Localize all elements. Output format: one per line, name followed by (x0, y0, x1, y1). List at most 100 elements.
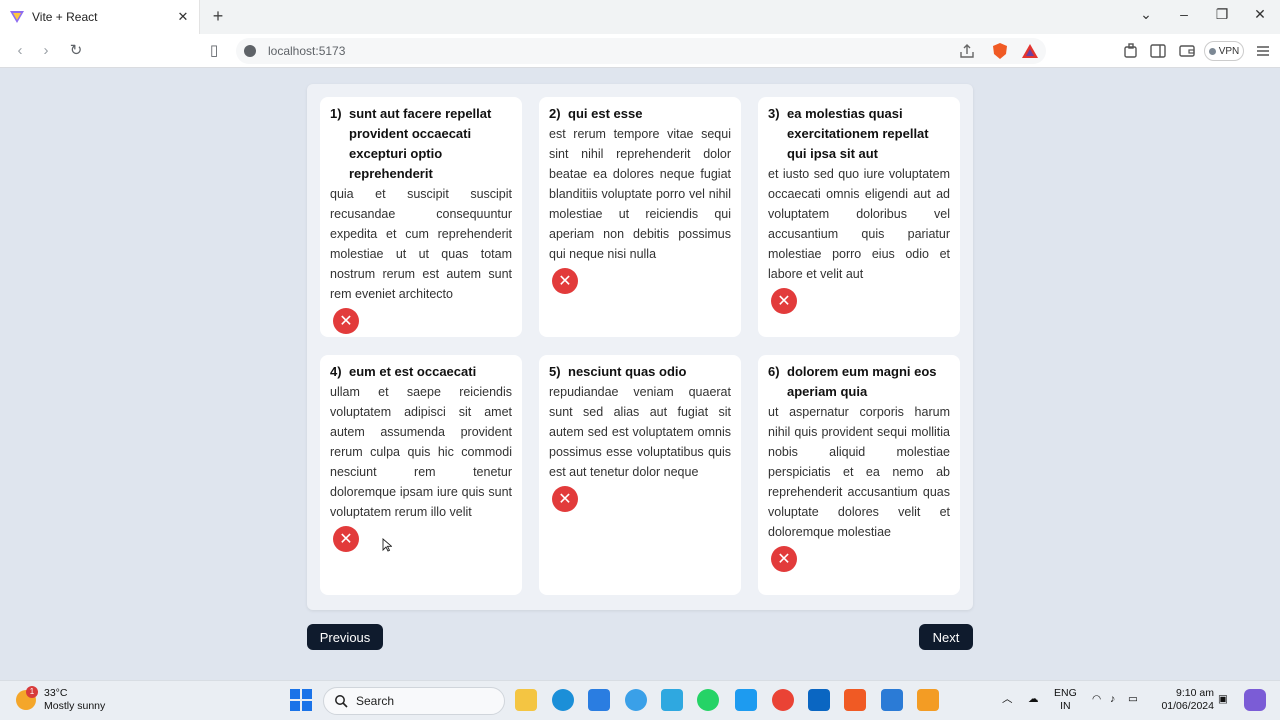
tab-list-icon[interactable]: ⌄ (1134, 6, 1158, 23)
copilot-icon[interactable] (1244, 689, 1266, 711)
delete-post-button[interactable]: ✕ (333, 526, 359, 552)
chrome-icon[interactable] (772, 689, 794, 711)
post-title: ea molestias quasi exercitationem repell… (787, 106, 929, 161)
post-heading: 2) qui est esse (549, 104, 731, 124)
sidebar-icon[interactable] (1149, 42, 1167, 60)
post-card: 5) nesciunt quas odio repudiandae veniam… (539, 355, 741, 595)
vscode-icon[interactable] (881, 689, 903, 711)
post-body: quia et suscipit suscipit recusandae con… (330, 187, 512, 301)
close-icon: ✕ (339, 531, 353, 548)
post-body: ullam et saepe reiciendis voluptatem adi… (330, 385, 512, 519)
post-card: 2) qui est esse est rerum tempore vitae … (539, 97, 741, 337)
wallet-icon[interactable] (1178, 42, 1196, 60)
delete-post-button[interactable]: ✕ (552, 268, 578, 294)
post-card: 1) sunt aut facere repellat provident oc… (320, 97, 522, 337)
brave-icon[interactable] (844, 689, 866, 711)
app-icon[interactable] (917, 689, 939, 711)
post-title: qui est esse (568, 106, 643, 121)
close-icon: ✕ (558, 491, 572, 508)
weather-temp: 33°C (44, 687, 68, 699)
post-body: ut aspernatur corporis harum nihil quis … (768, 405, 950, 539)
post-body: repudiandae veniam quaerat sunt sed alia… (549, 385, 731, 479)
twitter-icon[interactable] (735, 689, 757, 711)
clock-date: 01/06/2024 (1161, 700, 1214, 712)
chatgpt-icon[interactable] (625, 689, 647, 711)
post-heading: 3) ea molestias quasi exercitationem rep… (768, 104, 950, 164)
tab-close-icon[interactable]: ✕ (173, 9, 193, 25)
post-body: est rerum tempore vitae sequi sint nihil… (549, 127, 731, 261)
close-icon: ✕ (339, 313, 353, 330)
post-title: sunt aut facere repellat provident occae… (349, 106, 492, 181)
vpn-status-icon (1208, 47, 1216, 55)
brave-shield-icon[interactable] (991, 42, 1009, 60)
vite-logo-icon (10, 11, 24, 23)
reload-icon[interactable]: ↻ (66, 41, 86, 61)
search-label: Search (356, 694, 395, 708)
post-number: 3) (768, 106, 780, 121)
vpn-button[interactable]: VPN (1204, 41, 1244, 61)
notification-badge: 1 (26, 686, 38, 698)
post-heading: 1) sunt aut facere repellat provident oc… (330, 104, 512, 184)
search-icon (335, 695, 348, 708)
volume-icon[interactable]: ♪ (1110, 693, 1115, 706)
browser-toolbar: ‹ › ↻ ▯ localhost:5173 (0, 34, 1280, 68)
clock-time: 9:10 am (1176, 687, 1214, 699)
weather-widget[interactable]: 1 33°C Mostly sunny (16, 686, 105, 713)
store-icon[interactable] (588, 689, 610, 711)
restore-icon[interactable]: ❐ (1210, 6, 1234, 23)
taskbar-search[interactable]: Search (323, 687, 505, 715)
post-number: 6) (768, 364, 780, 379)
post-heading: 4) eum et est occaecati (330, 362, 512, 382)
close-icon: ✕ (558, 273, 572, 290)
post-number: 4) (330, 364, 342, 379)
post-heading: 6) dolorem eum magni eos aperiam quia (768, 362, 950, 402)
window-close-icon[interactable]: ✕ (1248, 6, 1272, 23)
tab-title: Vite + React (32, 10, 98, 24)
address-bar[interactable]: localhost:5173 (236, 38, 1046, 64)
cloud-icon[interactable]: ☁ (1028, 693, 1039, 706)
post-title: eum et est occaecati (349, 364, 477, 379)
post-heading: 5) nesciunt quas odio (549, 362, 731, 382)
browser-tab[interactable]: Vite + React ✕ (0, 0, 200, 34)
edge-icon[interactable] (552, 689, 574, 711)
battery-icon[interactable]: ▭ (1128, 693, 1138, 706)
mouse-cursor-icon (382, 538, 392, 552)
notification-icon[interactable]: ▣ (1218, 693, 1228, 706)
mysql-icon[interactable] (661, 689, 683, 711)
close-icon: ✕ (777, 551, 791, 568)
sun-icon: 1 (16, 686, 38, 710)
wifi-icon[interactable]: ◠ (1092, 693, 1101, 706)
next-button[interactable]: Next (919, 624, 973, 650)
bookmark-icon[interactable]: ▯ (204, 41, 224, 61)
menu-icon[interactable] (1254, 42, 1272, 60)
extensions-icon[interactable] (1122, 42, 1140, 60)
back-icon[interactable]: ‹ (10, 41, 30, 61)
post-card: 6) dolorem eum magni eos aperiam quia ut… (758, 355, 960, 595)
delete-post-button[interactable]: ✕ (771, 546, 797, 572)
site-info-icon[interactable] (244, 45, 256, 57)
delete-post-button[interactable]: ✕ (771, 288, 797, 314)
browser-tabbar: Vite + React ✕ + ⌄ – ❐ ✕ (0, 0, 1280, 34)
whatsapp-icon[interactable] (697, 689, 719, 711)
windows-taskbar: 1 33°C Mostly sunny Search ︿ ☁ ENG IN ◠ … (0, 680, 1280, 720)
tray-chevron-icon[interactable]: ︿ (1002, 693, 1013, 706)
post-number: 1) (330, 106, 342, 121)
new-tab-icon[interactable]: + (208, 6, 228, 26)
windows-start-icon[interactable] (290, 689, 312, 711)
forward-icon[interactable]: › (36, 41, 56, 61)
delete-post-button[interactable]: ✕ (333, 308, 359, 334)
url-text: localhost:5173 (268, 44, 346, 58)
previous-button[interactable]: Previous (307, 624, 383, 650)
file-explorer-icon[interactable] (515, 689, 537, 711)
clock[interactable]: 9:10 am 01/06/2024 (1158, 687, 1214, 713)
brave-rewards-icon[interactable] (1021, 42, 1039, 60)
post-title: dolorem eum magni eos aperiam quia (787, 364, 937, 399)
minimize-icon[interactable]: – (1172, 6, 1196, 22)
delete-post-button[interactable]: ✕ (552, 486, 578, 512)
share-icon[interactable] (958, 42, 976, 60)
post-card: 3) ea molestias quasi exercitationem rep… (758, 97, 960, 337)
language-indicator[interactable]: ENG IN (1054, 687, 1077, 713)
linkedin-icon[interactable] (808, 689, 830, 711)
posts-panel: 1) sunt aut facere repellat provident oc… (307, 84, 973, 610)
post-number: 5) (549, 364, 561, 379)
